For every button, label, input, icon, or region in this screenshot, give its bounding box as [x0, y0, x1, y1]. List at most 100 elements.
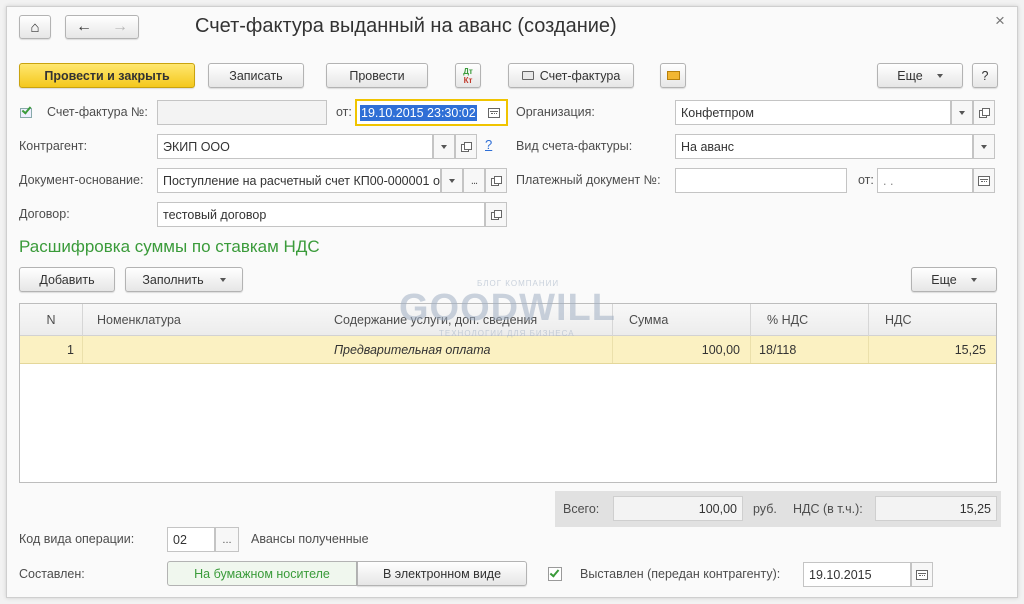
cell-sum[interactable]: 100,00: [612, 336, 750, 363]
operation-code-select-button[interactable]: ...: [215, 527, 239, 552]
calendar-icon: [488, 107, 500, 118]
calendar-icon: [978, 175, 990, 186]
email-button[interactable]: [660, 63, 686, 88]
save-button[interactable]: Записать: [208, 63, 304, 88]
vat-total-value: 15,25: [875, 496, 997, 521]
counterparty-field[interactable]: ЭКИП ООО: [157, 134, 433, 159]
dt-kt-icon-bottom: Кт: [463, 75, 473, 85]
open-icon: [491, 175, 502, 186]
close-icon[interactable]: ×: [995, 11, 1005, 31]
organization-label: Организация:: [516, 105, 595, 119]
printer-icon: [521, 71, 534, 80]
open-icon: [491, 209, 502, 220]
currency-label: руб.: [753, 502, 777, 516]
date-calendar-button[interactable]: [483, 101, 505, 124]
organization-field[interactable]: Конфетпром: [675, 100, 951, 125]
operation-code-field[interactable]: 02: [167, 527, 215, 552]
open-icon: [979, 107, 990, 118]
invoice-kind-field[interactable]: На аванс: [675, 134, 973, 159]
column-header-nomenclature[interactable]: Номенклатура: [82, 304, 320, 336]
contract-field[interactable]: тестовый договор: [157, 202, 485, 227]
forward-arrow-icon[interactable]: →: [112, 18, 128, 36]
counterparty-help-link[interactable]: ?: [485, 137, 492, 152]
date-field-value: 19.10.2015 23:30:02: [360, 104, 477, 121]
payment-document-label: Платежный документ №:: [516, 173, 661, 187]
watermark-top-text: БЛОГ КОМПАНИИ: [477, 279, 560, 288]
vat-breakdown-title: Расшифровка суммы по ставкам НДС: [19, 237, 320, 256]
payment-date-from-label: от:: [858, 173, 874, 187]
home-icon: ⌂: [30, 18, 40, 36]
invoice-window: ⌂ ← → Счет-фактура выданный на аванс (со…: [6, 6, 1018, 598]
base-document-open-button[interactable]: [485, 168, 507, 193]
issued-date-calendar-button[interactable]: [911, 562, 933, 587]
more-button[interactable]: Еще: [877, 63, 963, 88]
contract-label: Договор:: [19, 207, 70, 221]
contract-open-button[interactable]: [485, 202, 507, 227]
issued-date-field[interactable]: 19.10.2015: [803, 562, 911, 587]
add-row-button[interactable]: Добавить: [19, 267, 115, 292]
ellipsis-icon: ...: [470, 174, 478, 187]
column-header-content[interactable]: Содержание услуги, доп. сведения: [320, 304, 612, 336]
invoice-number-label: Счет-фактура №:: [47, 105, 148, 119]
paper-form-toggle[interactable]: На бумажном носителе: [167, 561, 357, 586]
column-header-vat[interactable]: НДС: [868, 304, 996, 336]
table-more-button[interactable]: Еще: [911, 267, 997, 292]
back-arrow-icon[interactable]: ←: [76, 18, 92, 36]
base-document-more-button[interactable]: ...: [463, 168, 485, 193]
dt-kt-icon-top: Дт: [463, 66, 473, 76]
fill-button[interactable]: Заполнить: [125, 267, 243, 292]
help-button[interactable]: ?: [972, 63, 998, 88]
dt-kt-report-button[interactable]: Дт Кт: [455, 63, 481, 88]
counterparty-dropdown-button[interactable]: [433, 134, 455, 159]
cell-vat-rate[interactable]: 18/118: [750, 336, 868, 363]
cell-nomenclature[interactable]: [82, 336, 320, 363]
checkmark-icon: [549, 567, 560, 578]
history-nav: ← →: [65, 15, 139, 39]
counterparty-open-button[interactable]: [455, 134, 477, 159]
column-header-vat-rate[interactable]: % НДС: [750, 304, 868, 336]
invoice-print-label: Счет-фактура: [539, 68, 621, 83]
chevron-down-icon: [937, 74, 943, 78]
invoice-number-field[interactable]: [157, 100, 327, 125]
payment-document-field[interactable]: [675, 168, 847, 193]
chevron-down-icon: [971, 278, 977, 282]
home-button[interactable]: ⌂: [19, 15, 51, 39]
organization-dropdown-button[interactable]: [951, 100, 973, 125]
cell-vat[interactable]: 15,25: [868, 336, 996, 363]
organization-open-button[interactable]: [973, 100, 995, 125]
more-label: Еще: [897, 68, 923, 83]
invoice-kind-label: Вид счета-фактуры:: [516, 139, 633, 153]
post-and-close-button[interactable]: Провести и закрыть: [19, 63, 195, 88]
date-from-label: от:: [336, 105, 352, 119]
base-document-label: Документ-основание:: [19, 173, 144, 187]
calendar-icon: [916, 569, 928, 580]
operation-code-label: Код вида операции:: [19, 532, 135, 546]
posted-status-icon: [20, 104, 36, 119]
table-row[interactable]: 1 Предварительная оплата 100,00 18/118 1…: [20, 336, 996, 364]
cell-content[interactable]: Предварительная оплата: [320, 336, 612, 363]
payment-date-field[interactable]: . .: [877, 168, 973, 193]
column-header-n[interactable]: N: [20, 304, 82, 336]
base-document-field[interactable]: Поступление на расчетный счет КП00-00000…: [157, 168, 441, 193]
open-icon: [461, 141, 472, 152]
vat-total-label: НДС (в т.ч.):: [793, 502, 863, 516]
base-document-dropdown-button[interactable]: [441, 168, 463, 193]
column-header-sum[interactable]: Сумма: [612, 304, 750, 336]
post-button[interactable]: Провести: [326, 63, 428, 88]
fill-label: Заполнить: [142, 272, 204, 287]
issued-label: Выставлен (передан контрагенту):: [580, 567, 781, 581]
invoice-kind-dropdown-button[interactable]: [973, 134, 995, 159]
issued-checkbox[interactable]: [548, 567, 562, 581]
table-header: N Номенклатура Содержание услуги, доп. с…: [20, 304, 996, 336]
chevron-down-icon: [220, 278, 226, 282]
operation-code-description: Авансы полученные: [251, 532, 369, 546]
payment-date-calendar-button[interactable]: [973, 168, 995, 193]
counterparty-label: Контрагент:: [19, 139, 88, 153]
electronic-form-toggle[interactable]: В электронном виде: [357, 561, 527, 586]
invoice-print-button[interactable]: Счет-фактура: [508, 63, 634, 88]
compiled-label: Составлен:: [19, 567, 85, 581]
envelope-icon: [666, 71, 680, 80]
cell-n[interactable]: 1: [20, 336, 74, 363]
total-label: Всего:: [563, 502, 600, 516]
page-title: Счет-фактура выданный на аванс (создание…: [195, 15, 617, 37]
